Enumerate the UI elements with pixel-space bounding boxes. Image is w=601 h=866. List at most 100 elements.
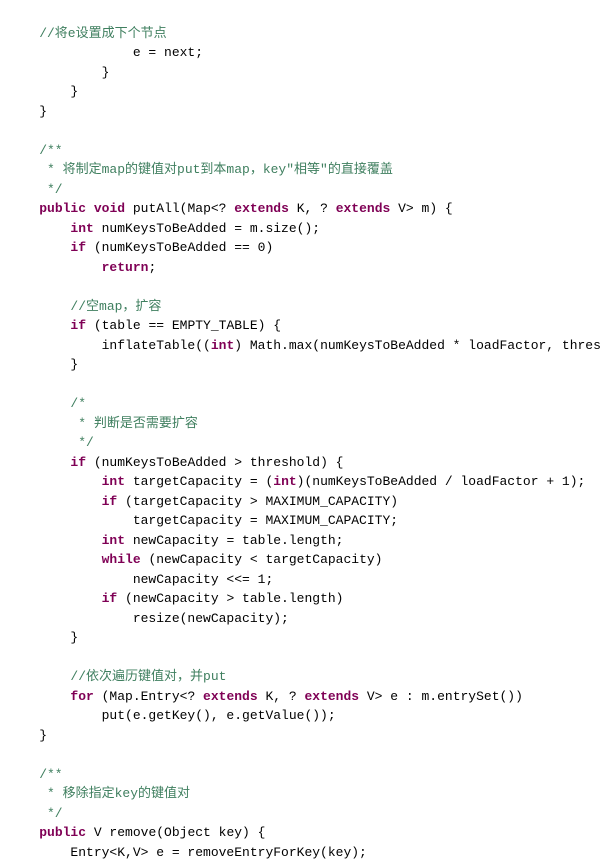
code-token: void <box>94 201 125 216</box>
code-line: if (newCapacity > table.length) <box>0 589 601 609</box>
code-token: } <box>8 630 78 645</box>
code-token: } <box>8 104 47 119</box>
code-line: public V remove(Object key) { <box>0 823 601 843</box>
code-token: */ <box>8 182 63 197</box>
code-line <box>0 648 601 668</box>
code-line: } <box>0 355 601 375</box>
code-token: (targetCapacity > MAXIMUM_CAPACITY) <box>117 494 398 509</box>
code-line: inflateTable((int) Math.max(numKeysToBeA… <box>0 336 601 356</box>
code-line: targetCapacity = MAXIMUM_CAPACITY; <box>0 511 601 531</box>
code-line: } <box>0 102 601 122</box>
code-line: resize(newCapacity); <box>0 609 601 629</box>
code-view: //将e设置成下个节点 e = next; } } } /** * 将制定map… <box>0 0 601 866</box>
code-line: } <box>0 63 601 83</box>
code-line: * 移除指定key的键值对 <box>0 784 601 804</box>
code-token <box>8 591 102 606</box>
code-line: } <box>0 82 601 102</box>
code-token <box>8 689 70 704</box>
code-token: K, ? <box>258 689 305 704</box>
code-token: public <box>39 825 86 840</box>
code-token: (table == EMPTY_TABLE) { <box>86 318 281 333</box>
code-token: //空map，扩容 <box>8 299 161 314</box>
code-token <box>8 201 39 216</box>
code-token: K, ? <box>289 201 336 216</box>
code-line <box>0 745 601 765</box>
code-line: for (Map.Entry<? extends K, ? extends V>… <box>0 687 601 707</box>
code-line: if (numKeysToBeAdded > threshold) { <box>0 453 601 473</box>
code-line: public void putAll(Map<? extends K, ? ex… <box>0 199 601 219</box>
code-token: * 将制定map的键值对put到本map，key"相等"的直接覆盖 <box>8 162 393 177</box>
code-token: * 判断是否需要扩容 <box>8 416 198 431</box>
code-token: )(numKeysToBeAdded / loadFactor + 1); <box>297 474 586 489</box>
code-line: //将e设置成下个节点 <box>0 24 601 44</box>
code-line: /** <box>0 765 601 785</box>
code-line: * 将制定map的键值对put到本map，key"相等"的直接覆盖 <box>0 160 601 180</box>
code-line <box>0 277 601 297</box>
code-token <box>8 240 70 255</box>
code-line: if (numKeysToBeAdded == 0) <box>0 238 601 258</box>
code-line: if (table == EMPTY_TABLE) { <box>0 316 601 336</box>
code-line: put(e.getKey(), e.getValue()); <box>0 706 601 726</box>
code-token: */ <box>8 806 63 821</box>
code-token: if <box>70 318 86 333</box>
code-token <box>86 201 94 216</box>
code-token: resize(newCapacity); <box>8 611 289 626</box>
code-token: while <box>102 552 141 567</box>
code-token: if <box>102 494 118 509</box>
code-line: */ <box>0 433 601 453</box>
code-token: for <box>70 689 93 704</box>
code-token: if <box>70 240 86 255</box>
code-token: Entry<K,V> e = removeEntryForKey(key); <box>8 845 367 860</box>
code-token: int <box>102 474 125 489</box>
code-token: (numKeysToBeAdded > threshold) { <box>86 455 343 470</box>
code-token: newCapacity = table.length; <box>125 533 343 548</box>
code-token: V remove(Object key) { <box>86 825 265 840</box>
code-token <box>8 221 70 236</box>
code-line: if (targetCapacity > MAXIMUM_CAPACITY) <box>0 492 601 512</box>
code-token: ; <box>148 260 156 275</box>
code-token: extends <box>336 201 391 216</box>
code-line: while (newCapacity < targetCapacity) <box>0 550 601 570</box>
code-token <box>8 260 102 275</box>
code-token: e = next; <box>8 45 203 60</box>
code-token: (numKeysToBeAdded == 0) <box>86 240 273 255</box>
code-token: putAll(Map<? <box>125 201 234 216</box>
code-token: */ <box>8 435 94 450</box>
code-token: (newCapacity < targetCapacity) <box>141 552 383 567</box>
code-line: /* <box>0 394 601 414</box>
code-token: (newCapacity > table.length) <box>117 591 343 606</box>
code-line: e = next; <box>0 43 601 63</box>
code-token: extends <box>203 689 258 704</box>
code-line <box>0 375 601 395</box>
code-token: V> e : m.entrySet()) <box>359 689 523 704</box>
code-token: (Map.Entry<? <box>94 689 203 704</box>
code-token: public <box>39 201 86 216</box>
code-token: inflateTable(( <box>8 338 211 353</box>
code-line <box>0 121 601 141</box>
code-token <box>8 825 39 840</box>
code-token <box>8 552 102 567</box>
code-token: int <box>102 533 125 548</box>
code-token: * 移除指定key的键值对 <box>8 786 190 801</box>
code-token: /** <box>8 143 63 158</box>
code-token: targetCapacity = MAXIMUM_CAPACITY; <box>8 513 398 528</box>
code-token: int <box>70 221 93 236</box>
code-token: V> m) { <box>390 201 452 216</box>
code-line: int numKeysToBeAdded = m.size(); <box>0 219 601 239</box>
code-line: int newCapacity = table.length; <box>0 531 601 551</box>
code-line: } <box>0 628 601 648</box>
code-token: targetCapacity = ( <box>125 474 273 489</box>
code-token <box>8 455 70 470</box>
code-token: put(e.getKey(), e.getValue()); <box>8 708 336 723</box>
code-token: int <box>273 474 296 489</box>
code-token <box>8 533 102 548</box>
code-token <box>8 494 102 509</box>
code-token: } <box>8 84 78 99</box>
code-token: } <box>8 65 109 80</box>
code-line: */ <box>0 180 601 200</box>
code-token: numKeysToBeAdded = m.size(); <box>94 221 320 236</box>
code-token: ) Math.max(numKeysToBeAdded * loadFactor… <box>234 338 601 353</box>
code-token: } <box>8 728 47 743</box>
code-token: extends <box>234 201 289 216</box>
code-token: /* <box>8 396 86 411</box>
